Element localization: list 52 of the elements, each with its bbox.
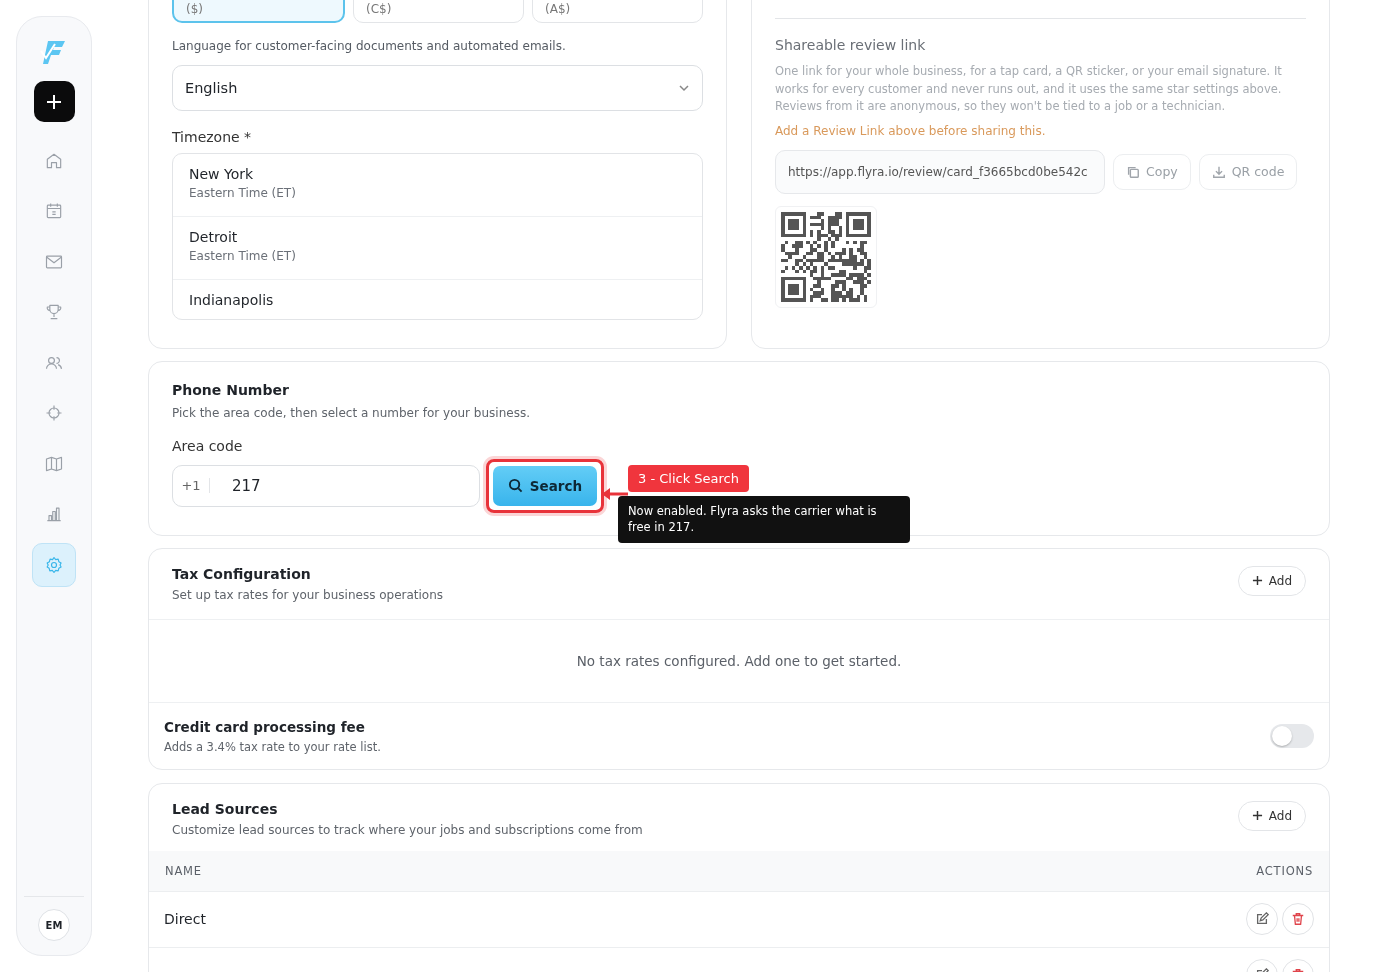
search-button[interactable]: Search bbox=[493, 465, 597, 506]
trash-icon bbox=[1291, 912, 1305, 926]
section-description: One link for your whole business, for a tap card, a QR sticker, or your email signature. It works for every customer and never runs out, and it uses the same star settings above. Reviews from it are anonymous, so they won't be tied to a job or a technician. bbox=[775, 63, 1283, 115]
timezone-label: Timezone * bbox=[172, 129, 253, 145]
fee-toggle[interactable] bbox=[1270, 724, 1314, 748]
column-header: NAME bbox=[165, 863, 202, 878]
card-subtitle: Pick the area code, then select a number for your business. bbox=[172, 405, 531, 420]
timezone-zone: Eastern Time (ET) bbox=[189, 186, 297, 200]
currency-option[interactable]: (C$) bbox=[353, 0, 524, 23]
timezone-city[interactable]: Indianapolis bbox=[189, 292, 686, 308]
edit-button[interactable] bbox=[1246, 903, 1278, 935]
trophy-icon bbox=[44, 302, 64, 322]
area-code-label: Area code bbox=[172, 437, 244, 454]
timezone-city[interactable]: Detroit bbox=[189, 229, 686, 245]
chevron-down-icon bbox=[678, 82, 690, 94]
create-button[interactable] bbox=[33, 81, 75, 122]
plus-icon bbox=[1251, 810, 1263, 821]
crosshair-icon bbox=[44, 403, 64, 423]
nav-item[interactable] bbox=[32, 542, 76, 587]
add-button[interactable]: Add bbox=[1237, 800, 1306, 831]
copy-icon bbox=[1126, 164, 1140, 179]
section-title: Shareable review link bbox=[775, 37, 927, 53]
plus-icon bbox=[1251, 575, 1263, 586]
currency-option[interactable]: ($) bbox=[172, 0, 345, 23]
timezone-city[interactable]: New York bbox=[189, 166, 686, 182]
fee-title: Credit card processing fee bbox=[164, 718, 366, 735]
settings-icon bbox=[44, 554, 64, 575]
fee-subtitle: Adds a 3.4% tax rate to your rate list. bbox=[164, 739, 381, 754]
edit-icon bbox=[1255, 912, 1269, 926]
table-cell: Direct bbox=[164, 911, 206, 927]
card-title: Tax Configuration bbox=[172, 565, 312, 582]
language-select[interactable]: English bbox=[172, 65, 703, 111]
timezone-zone: Eastern Time (ET) bbox=[189, 249, 297, 263]
area-code-field[interactable]: +1 217 bbox=[172, 464, 480, 507]
search-icon bbox=[507, 478, 523, 493]
card-title: Lead Sources bbox=[172, 800, 279, 817]
warning-text: Add a Review Link above before sharing this. bbox=[775, 123, 1047, 138]
add-button[interactable]: Add bbox=[1237, 565, 1306, 596]
delete-button[interactable] bbox=[1282, 903, 1314, 935]
empty-state-text: No tax rates configured. Add one to get started. bbox=[576, 652, 902, 669]
currency-option[interactable]: (A$) bbox=[532, 0, 703, 23]
calendar-icon bbox=[44, 201, 64, 221]
step-label: 3 - Click Search bbox=[628, 464, 749, 492]
tooltip: Now enabled. Flyra asks the carrier what is free in 217. bbox=[618, 495, 910, 543]
card-title: Phone Number bbox=[172, 381, 290, 398]
column-header: ACTIONS bbox=[1256, 863, 1313, 878]
card-subtitle: Customize lead sources to track where your jobs and subscriptions come from bbox=[172, 822, 643, 837]
language-hint: Language for customer-facing documents and automated emails. bbox=[172, 39, 567, 53]
user-avatar[interactable]: EM bbox=[38, 909, 70, 941]
card-subtitle: Set up tax rates for your business operations bbox=[172, 587, 444, 602]
download-icon bbox=[1211, 164, 1226, 179]
review-link-field[interactable]: https://app.flyra.io/review/card_f3665bcd0be542c bbox=[775, 149, 1105, 194]
